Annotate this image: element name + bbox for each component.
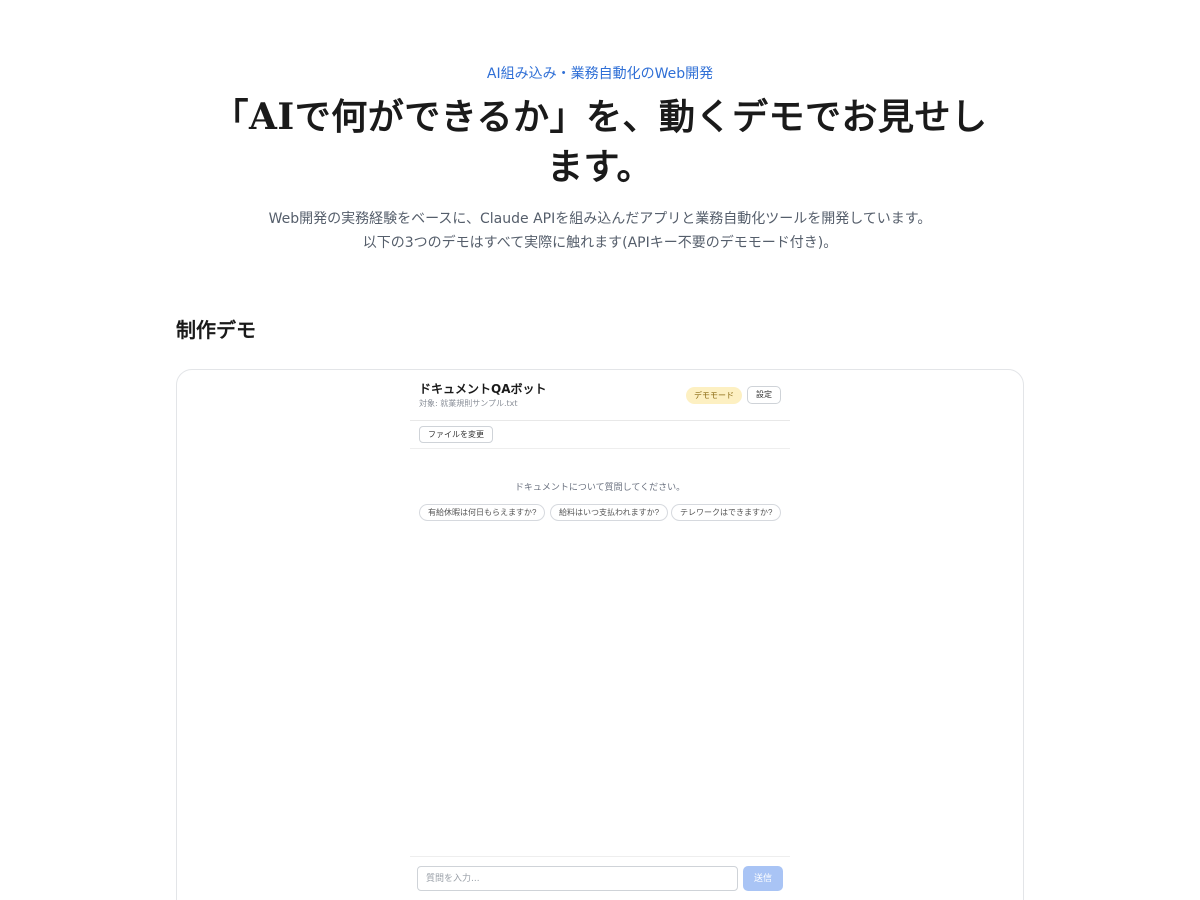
hero-lead-line-1: Web開発の実務経験をベースに、Claude APIを組み込んだアプリと業務自動…: [268, 211, 932, 227]
question-composer: 送信: [410, 856, 790, 900]
suggestion-chip[interactable]: テレワークはできますか?: [671, 504, 782, 521]
app-toolbar: ファイルを変更: [410, 421, 790, 449]
send-button[interactable]: 送信: [743, 866, 783, 891]
app-title: ドキュメントQAボット: [419, 382, 547, 396]
hero-lead: Web開発の実務経験をベースに、Claude APIを組み込んだアプリと業務自動…: [150, 207, 1050, 255]
hero-lead-line-2: 以下の3つのデモはすべて実際に触れます(APIキー不要のデモモード付き)。: [362, 235, 838, 251]
change-file-button[interactable]: ファイルを変更: [419, 426, 493, 443]
section-title: 制作デモ: [176, 318, 256, 342]
suggestion-chip[interactable]: 有給休暇は何日もらえますか?: [419, 504, 546, 521]
app-subtitle: 対象: 就業規則サンプル.txt: [419, 399, 518, 408]
hero-headline: 「AIで何ができるか」を、動くデモでお見せします。: [212, 96, 988, 188]
empty-state-message: ドキュメントについて質問してください。: [514, 483, 686, 493]
doc-qa-bot-app: ドキュメントQAボット 対象: 就業規則サンプル.txt デモモード 設定 ファ…: [410, 370, 790, 900]
settings-button[interactable]: 設定: [747, 386, 781, 404]
suggestion-list: 有給休暇は何日もらえますか? 給料はいつ支払われますか? テレワークはできますか…: [419, 504, 783, 522]
suggestion-chip[interactable]: 給料はいつ支払われますか?: [550, 504, 669, 521]
question-input[interactable]: [417, 866, 738, 891]
hero-eyebrow: AI組み込み・業務自動化のWeb開発: [486, 66, 714, 82]
app-header: ドキュメントQAボット 対象: 就業規則サンプル.txt デモモード 設定: [410, 370, 790, 421]
demo-mode-badge: デモモード: [686, 387, 742, 404]
